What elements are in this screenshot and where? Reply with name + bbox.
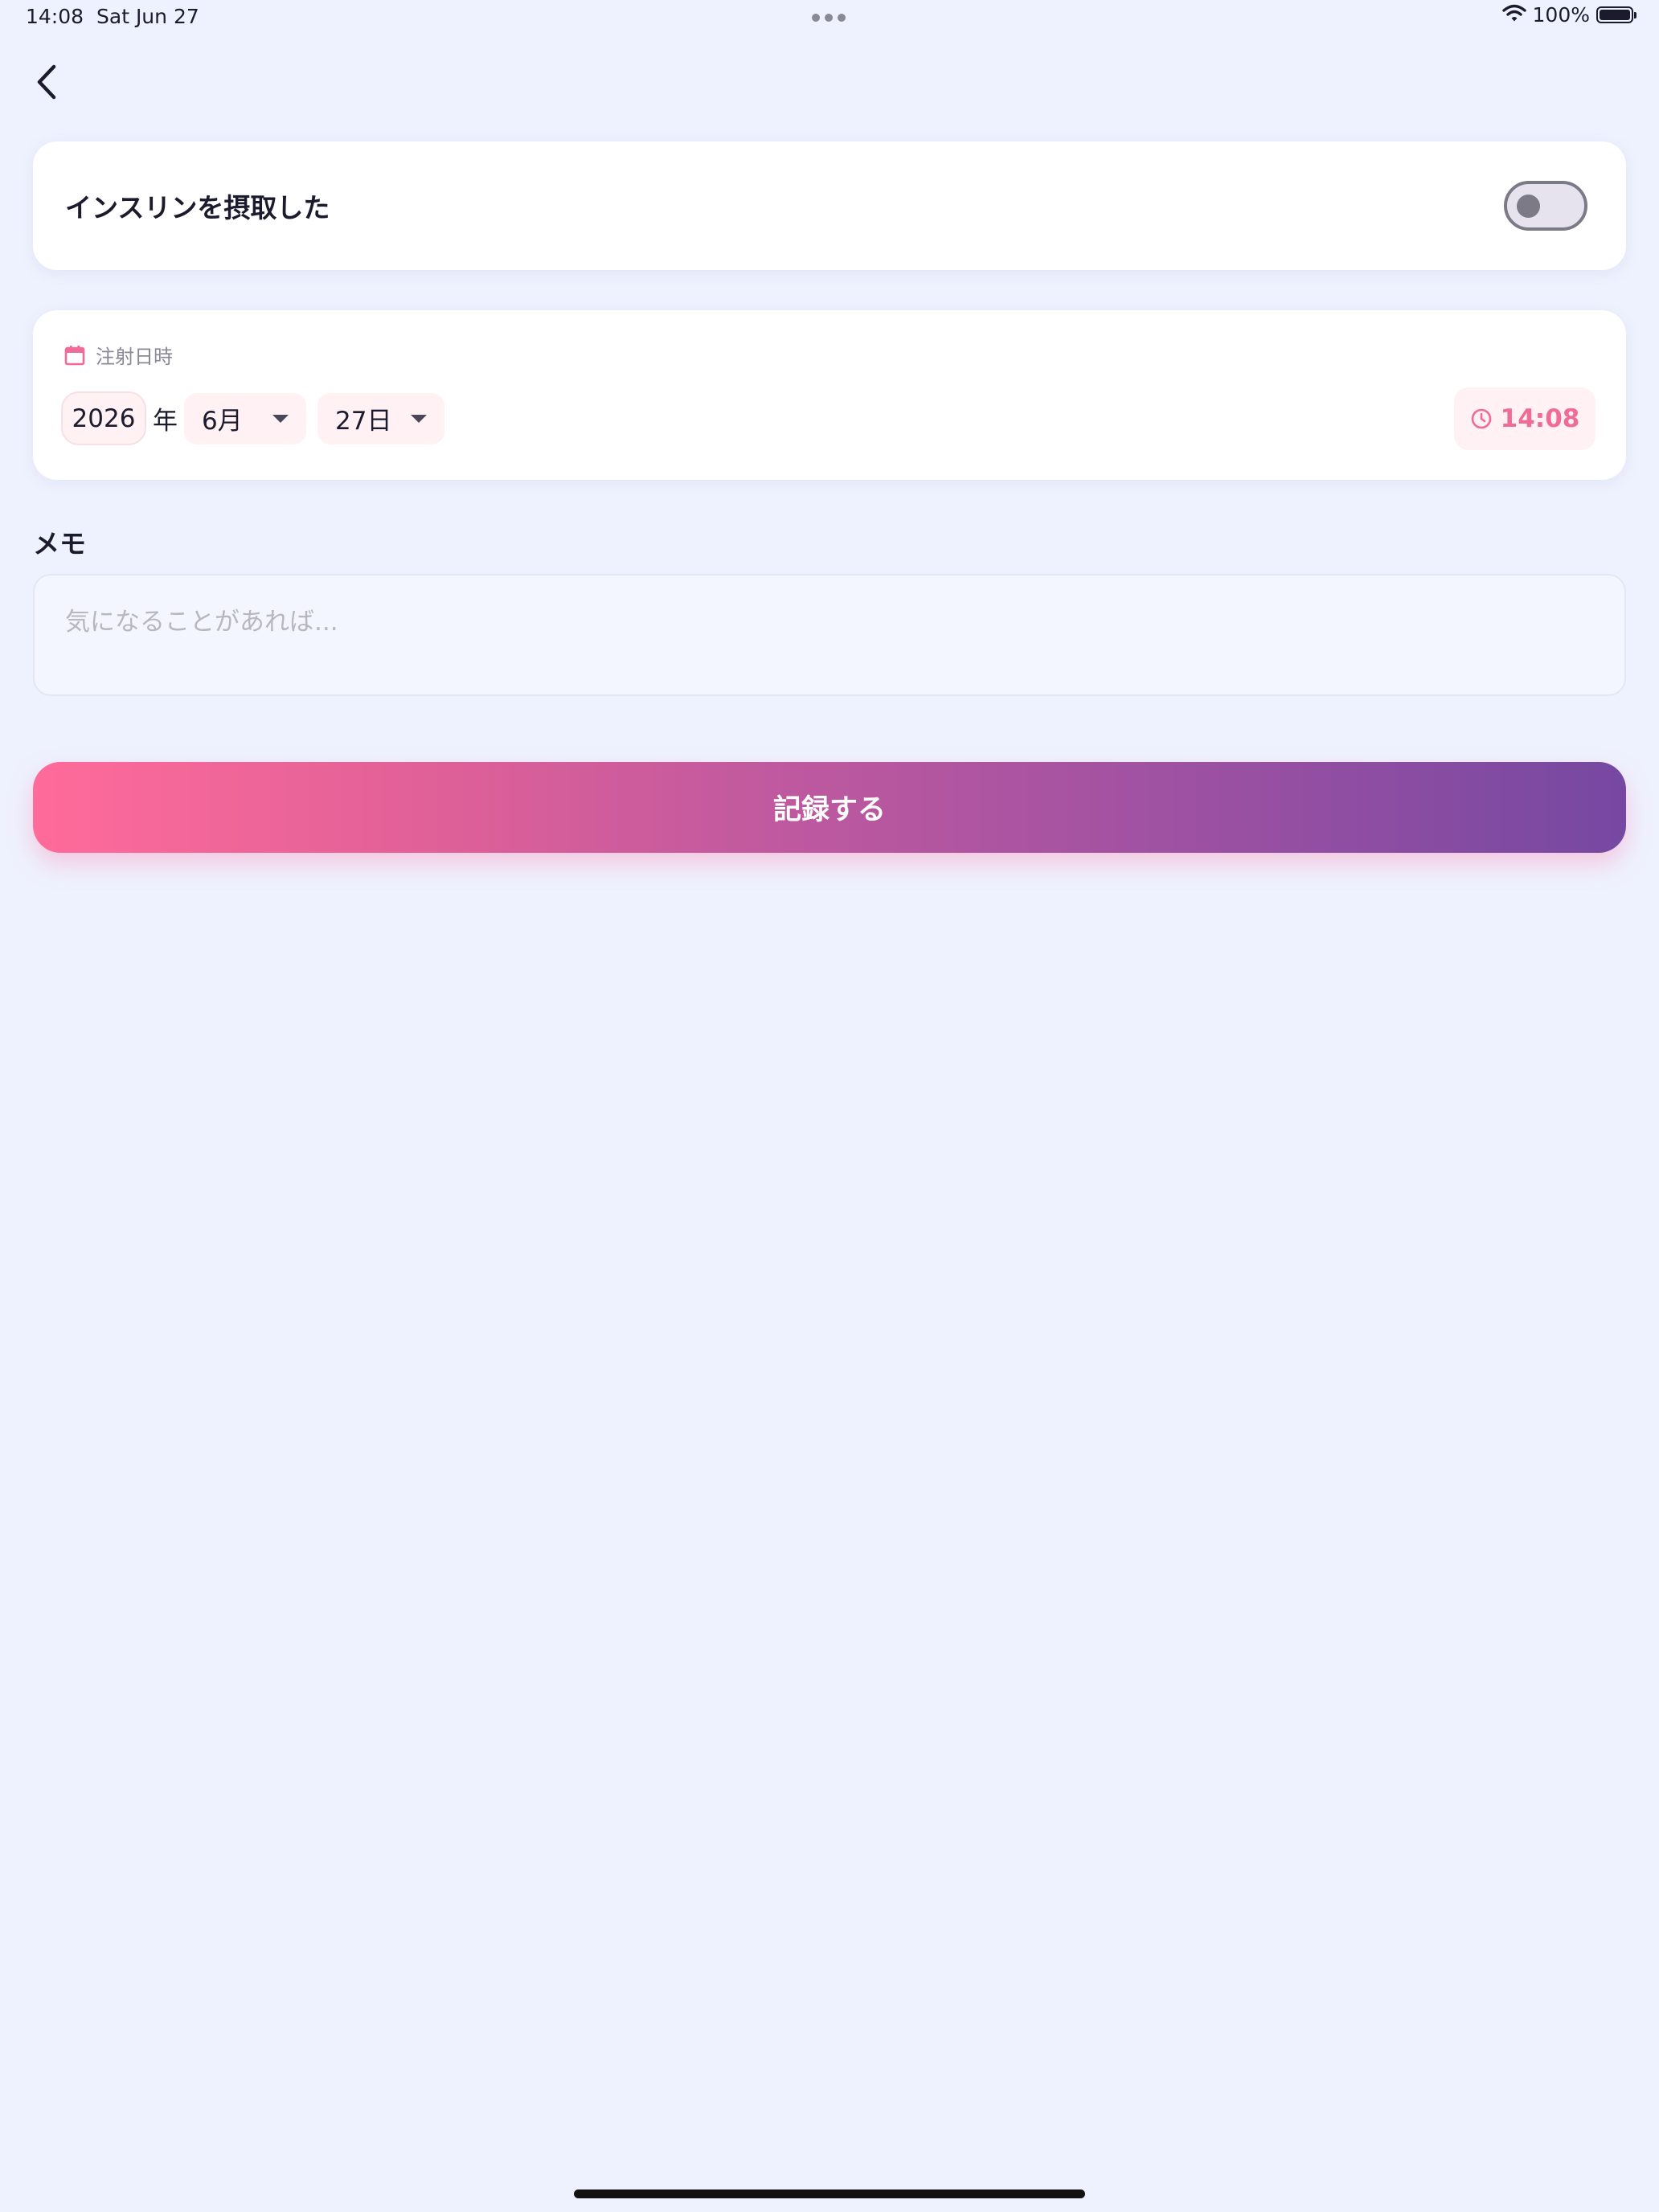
record-submit-button[interactable]: 記録する (33, 762, 1626, 853)
year-input[interactable]: 2026 (61, 391, 146, 445)
month-value: 6月 (202, 407, 243, 436)
chevron-left-icon (37, 64, 56, 100)
battery-percent: 100% (1532, 3, 1590, 27)
home-indicator[interactable] (574, 2189, 1085, 2198)
caret-down-icon (411, 414, 427, 423)
datetime-header: 注射日時 (63, 341, 173, 369)
datetime-label: 注射日時 (96, 346, 173, 368)
calendar-icon (64, 345, 85, 365)
injection-datetime-card: 注射日時 2026 年 6月 27日 14:08 (33, 310, 1626, 480)
status-time: 14:08 (26, 5, 84, 28)
toggle-knob (1517, 195, 1540, 218)
insulin-taken-label: インスリンを摂取した (65, 192, 330, 223)
back-button[interactable] (24, 58, 69, 106)
day-dropdown[interactable]: 27日 (317, 392, 444, 444)
memo-label: メモ (33, 528, 86, 559)
insulin-card: インスリンを摂取した (33, 141, 1626, 270)
multitasking-dots-icon[interactable] (812, 14, 846, 22)
memo-placeholder: 気になることがあれば... (65, 608, 338, 637)
status-date: Sat Jun 27 (96, 5, 199, 28)
day-value: 27日 (335, 407, 392, 436)
year-suffix-label: 年 (153, 407, 178, 436)
wifi-icon (1501, 4, 1526, 27)
submit-label: 記録する (772, 794, 886, 826)
time-picker-button[interactable]: 14:08 (1454, 387, 1596, 450)
caret-down-icon (272, 414, 289, 423)
battery-icon (1596, 6, 1636, 23)
memo-textarea[interactable]: 気になることがあれば... (33, 574, 1626, 696)
month-dropdown[interactable]: 6月 (184, 392, 306, 444)
date-selector-row: 2026 年 6月 27日 (61, 391, 444, 445)
status-indicators: 100% (1501, 3, 1636, 27)
time-value: 14:08 (1500, 404, 1580, 433)
clock-icon (1471, 408, 1491, 429)
insulin-taken-toggle[interactable] (1504, 181, 1587, 231)
status-bar: 14:08 Sat Jun 27 100% (0, 0, 1659, 37)
